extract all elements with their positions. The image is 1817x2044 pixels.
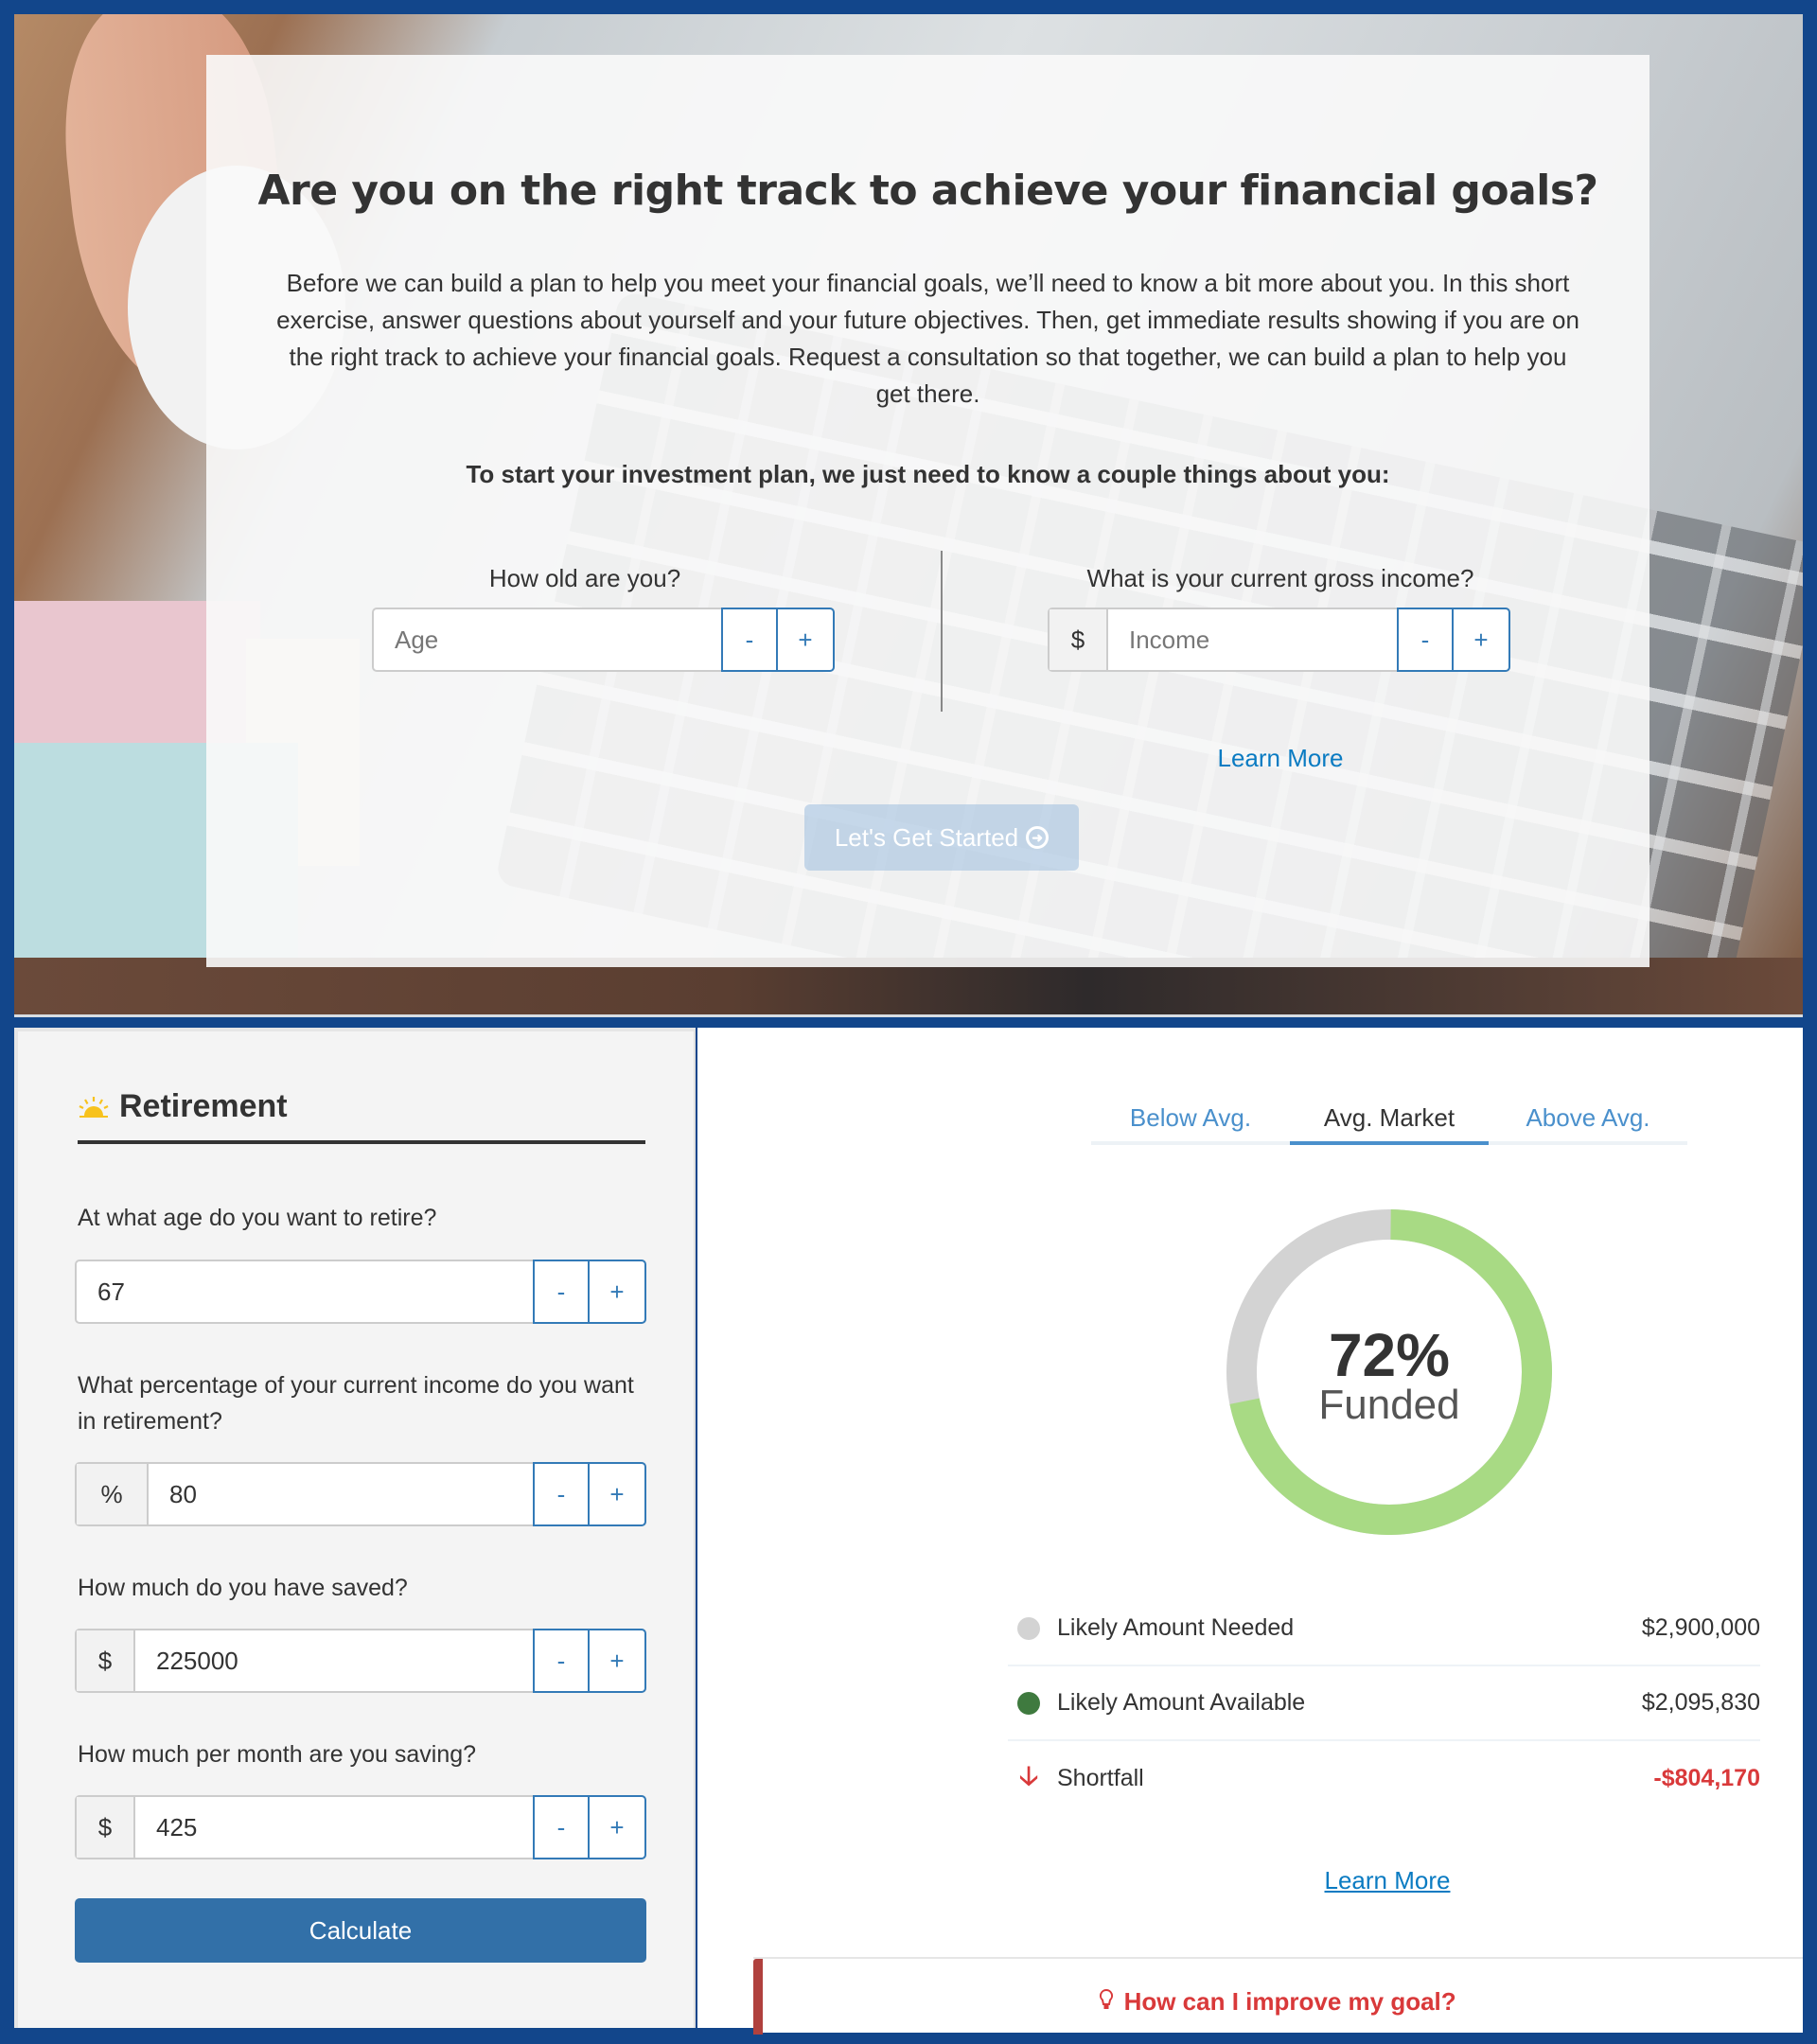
currency-addon: $ xyxy=(1050,609,1108,670)
percent-addon: % xyxy=(77,1464,149,1524)
income-percent-label: What percentage of your current income d… xyxy=(78,1372,634,1435)
tab-avg-market[interactable]: Avg. Market xyxy=(1290,1084,1489,1145)
page-frame: Are you on the right track to achieve yo… xyxy=(0,0,1817,2044)
retire-age-label: At what age do you want to retire? xyxy=(78,1205,437,1231)
calculate-button[interactable]: Calculate xyxy=(75,1898,646,1963)
currency-addon: $ xyxy=(77,1630,135,1691)
get-started-label: Let's Get Started xyxy=(834,822,1019,852)
legend-value: $2,900,000 xyxy=(1641,1614,1760,1641)
savings-decrement-button[interactable]: - xyxy=(533,1629,590,1693)
page-title: Are you on the right track to achieve yo… xyxy=(257,167,1598,215)
hero-section: Are you on the right track to achieve yo… xyxy=(14,14,1803,1014)
savings-increment-button[interactable]: + xyxy=(590,1629,646,1693)
income-percent-increment-button[interactable]: + xyxy=(590,1462,646,1526)
age-input-group: - + xyxy=(372,608,835,672)
tab-below-avg[interactable]: Below Avg. xyxy=(1091,1084,1290,1141)
monthly-saving-decrement-button[interactable]: - xyxy=(533,1795,590,1859)
income-decrement-button[interactable]: - xyxy=(1397,608,1454,672)
retirement-form: Retirement At what age do you want to re… xyxy=(14,1028,696,2028)
retire-age-input[interactable] xyxy=(77,1261,533,1322)
legend-name: Likely Amount Available xyxy=(1057,1689,1306,1716)
retire-age-input-group: - + xyxy=(75,1260,646,1324)
legend-row-shortfall: 🡣 Shortfall -$804,170 xyxy=(1008,1741,1760,1816)
age-increment-button[interactable]: + xyxy=(778,608,835,672)
learn-more-link[interactable]: Learn More xyxy=(1162,744,1399,773)
savings-input-group: $ - + xyxy=(75,1629,646,1693)
income-percent-input-group: % - + xyxy=(75,1462,646,1526)
retire-age-decrement-button[interactable]: - xyxy=(533,1260,590,1324)
legend-name: Likely Amount Needed xyxy=(1057,1614,1295,1641)
retirement-title: Retirement xyxy=(119,1088,288,1124)
savings-label: How much do you have saved? xyxy=(78,1575,408,1601)
monthly-saving-label: How much per month are you saving? xyxy=(78,1741,477,1768)
get-started-button[interactable]: Let's Get Started ➜ xyxy=(804,804,1079,871)
funded-donut-chart: 72% Funded xyxy=(1226,1209,1552,1535)
monthly-saving-input-group: $ - + xyxy=(75,1795,646,1859)
intro-paragraph: Before we can build a plan to help you m… xyxy=(276,269,1579,408)
lightbulb-icon xyxy=(1100,1989,1114,2009)
tab-above-avg[interactable]: Above Avg. xyxy=(1489,1084,1687,1141)
age-label: How old are you? xyxy=(488,564,681,592)
legend-row-available: Likely Amount Available $2,095,830 xyxy=(1008,1666,1760,1741)
results-panel: Below Avg. Avg. Market Above Avg. 72% Fu… xyxy=(697,1028,1803,2035)
legend-name: Shortfall xyxy=(1057,1765,1144,1791)
legend-row-needed: Likely Amount Needed $2,900,000 xyxy=(1008,1592,1760,1666)
heading-underline xyxy=(78,1140,645,1144)
results-learn-more-link[interactable]: Learn More xyxy=(1269,1866,1506,1895)
sunrise-icon xyxy=(79,1096,109,1118)
section-divider xyxy=(14,1014,1803,1028)
results-legend: Likely Amount Needed $2,900,000 Likely A… xyxy=(1008,1592,1760,1816)
income-increment-button[interactable]: + xyxy=(1454,608,1510,672)
improve-goal-label: How can I improve my goal? xyxy=(1123,1987,1456,2016)
retirement-heading: Retirement xyxy=(78,1088,288,1125)
currency-addon: $ xyxy=(77,1797,135,1858)
shortfall-value: -$804,170 xyxy=(1653,1765,1760,1791)
field-divider xyxy=(941,551,943,712)
improve-goal-callout[interactable]: How can I improve my goal? xyxy=(753,1957,1803,2035)
retire-age-increment-button[interactable]: + xyxy=(590,1260,646,1324)
age-input[interactable] xyxy=(374,609,721,670)
income-percent-decrement-button[interactable]: - xyxy=(533,1462,590,1526)
income-label: What is your current gross income? xyxy=(1086,564,1474,592)
income-percent-input[interactable] xyxy=(149,1464,533,1524)
improve-goal-text: How can I improve my goal? xyxy=(753,1987,1803,2017)
age-decrement-button[interactable]: - xyxy=(721,608,778,672)
lead-text: To start your investment plan, we just n… xyxy=(466,460,1390,488)
arrow-circle-right-icon: ➜ xyxy=(1026,826,1050,849)
scenario-tabs: Below Avg. Avg. Market Above Avg. xyxy=(1091,1084,1687,1145)
funded-label: Funded xyxy=(1318,1382,1460,1428)
savings-input[interactable] xyxy=(135,1630,533,1691)
funded-percent: 72% xyxy=(1328,1321,1451,1389)
intro-card: Are you on the right track to achieve yo… xyxy=(206,55,1649,967)
grey-dot-icon xyxy=(1017,1616,1040,1640)
green-dot-icon xyxy=(1017,1691,1040,1715)
down-arrow-icon: 🡣 xyxy=(1018,1760,1039,1790)
monthly-saving-increment-button[interactable]: + xyxy=(590,1795,646,1859)
monthly-saving-input[interactable] xyxy=(135,1797,533,1858)
income-input[interactable] xyxy=(1108,609,1397,670)
income-input-group: $ - + xyxy=(1048,608,1510,672)
donut-center: 72% Funded xyxy=(1226,1209,1552,1535)
legend-value: $2,095,830 xyxy=(1641,1689,1760,1716)
